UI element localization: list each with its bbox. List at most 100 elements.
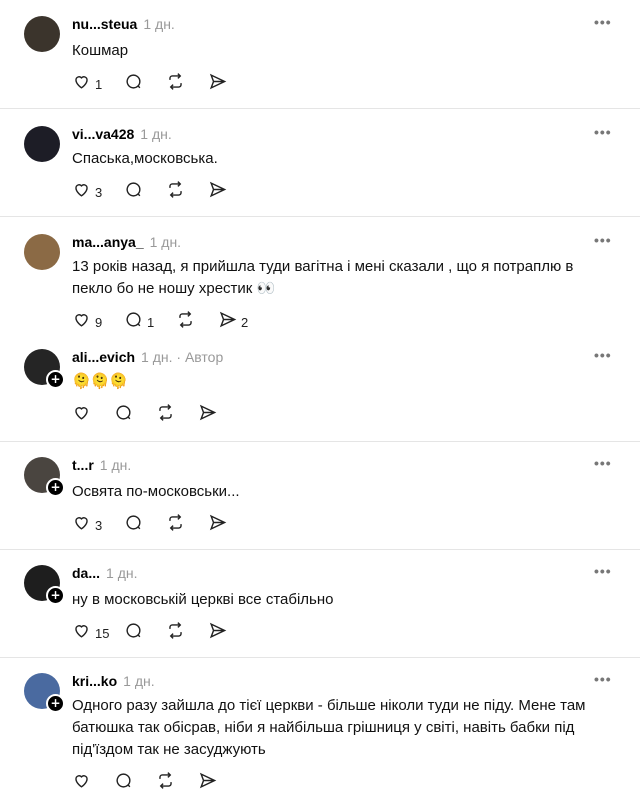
share-icon: [198, 403, 217, 427]
comment-header: da... 1 дн.: [72, 565, 137, 581]
like-button[interactable]: 15: [72, 623, 109, 643]
reply-button[interactable]: [124, 515, 143, 535]
avatar[interactable]: +: [24, 565, 65, 605]
comment-text: 🫠🫠🫠: [72, 373, 129, 390]
comments-feed: nu...steua 1 дн. ••• Кошмар 1 vi...va428 1 дн.…: [0, 0, 640, 789]
repost-button[interactable]: [166, 73, 185, 94]
heart-icon: [72, 72, 91, 96]
timestamp: 1 дн.: [140, 126, 172, 142]
more-options-icon[interactable]: •••: [594, 124, 612, 140]
share-button[interactable]: [208, 621, 227, 645]
avatar[interactable]: [24, 234, 60, 270]
more-options-icon[interactable]: •••: [594, 14, 612, 30]
reply-button[interactable]: [114, 773, 133, 793]
timestamp: 1 дн.: [141, 349, 173, 365]
more-options-icon[interactable]: •••: [594, 563, 612, 579]
share-button[interactable]: [198, 772, 217, 793]
reply-icon: [124, 180, 143, 204]
avatar[interactable]: +: [24, 457, 65, 497]
more-options-icon[interactable]: •••: [594, 347, 612, 363]
comment-text: Освята по-московськи...: [72, 483, 240, 500]
heart-icon: [72, 310, 91, 334]
reply-button[interactable]: [114, 405, 133, 425]
share-icon: [208, 513, 227, 537]
reply-button[interactable]: [124, 182, 143, 202]
more-options-icon[interactable]: •••: [594, 232, 612, 248]
follow-plus-icon[interactable]: +: [46, 478, 65, 497]
comment-text: 13 років назад, я прийшла туди вагітна і…: [72, 258, 574, 297]
reply-icon: [124, 72, 143, 96]
comment-text: Кошмар: [72, 42, 129, 59]
share-button[interactable]: [198, 403, 217, 427]
share-button[interactable]: [208, 513, 227, 537]
like-button[interactable]: 3: [72, 515, 102, 535]
repost-button[interactable]: [156, 403, 175, 427]
comment-header: t...r 1 дн.: [72, 457, 131, 473]
repost-icon: [166, 513, 185, 537]
count: 3: [95, 184, 103, 200]
heart-icon: [72, 180, 91, 204]
like-button[interactable]: 1: [72, 74, 102, 94]
repost-button[interactable]: [166, 621, 185, 645]
reply-button[interactable]: 1: [124, 312, 154, 332]
count: 9: [95, 314, 103, 330]
like-button[interactable]: 3: [72, 182, 102, 202]
comment-text: Одного разу зайшла до тієї церкви - біль…: [72, 697, 586, 758]
reply-button[interactable]: [124, 623, 143, 643]
like-button[interactable]: 9: [72, 312, 102, 332]
divider: [0, 108, 640, 109]
repost-button[interactable]: [166, 513, 185, 537]
username[interactable]: vi...va428: [72, 126, 134, 142]
comment-header: kri...ko 1 дн.: [72, 673, 155, 689]
count: 1: [95, 76, 103, 92]
username[interactable]: da...: [72, 565, 100, 581]
reply-icon: [124, 621, 143, 645]
divider: [0, 441, 640, 442]
timestamp: 1 дн.: [149, 234, 182, 250]
avatar[interactable]: +: [24, 349, 65, 389]
reply-button[interactable]: [124, 74, 143, 94]
share-button[interactable]: 2: [218, 310, 249, 334]
comment-header: ali...evich 1 дн. · Автор: [72, 349, 223, 365]
share-button[interactable]: [208, 73, 227, 94]
username[interactable]: nu...steua: [72, 16, 137, 32]
timestamp: 1 дн.: [143, 16, 175, 32]
like-button[interactable]: [72, 773, 91, 793]
avatar-image: [24, 234, 60, 270]
repost-icon: [176, 310, 195, 334]
repost-icon: [166, 621, 185, 645]
repost-icon: [166, 180, 185, 204]
repost-button[interactable]: [166, 180, 185, 204]
heart-icon: [72, 403, 91, 427]
divider: [0, 549, 640, 550]
share-button[interactable]: [208, 180, 227, 204]
avatar-image: [24, 126, 60, 162]
avatar[interactable]: +: [24, 673, 65, 713]
share-icon: [218, 310, 237, 334]
timestamp: 1 дн.: [106, 565, 138, 581]
count: 2: [241, 314, 249, 330]
share-icon: [208, 621, 227, 645]
timestamp: 1 дн.: [99, 457, 132, 473]
follow-plus-icon[interactable]: +: [46, 586, 65, 605]
avatar[interactable]: [24, 126, 60, 162]
like-button[interactable]: [72, 405, 91, 425]
more-options-icon[interactable]: •••: [594, 455, 612, 471]
follow-plus-icon[interactable]: +: [46, 694, 65, 713]
username[interactable]: kri...ko: [72, 673, 117, 689]
username[interactable]: ali...evich: [72, 349, 135, 365]
comment-header: vi...va428 1 дн.: [72, 126, 172, 142]
repost-button[interactable]: [176, 310, 195, 334]
username[interactable]: t...r: [72, 457, 94, 473]
share-icon: [208, 180, 227, 204]
reply-icon: [124, 513, 143, 537]
repost-icon: [156, 403, 175, 427]
avatar[interactable]: [24, 16, 60, 52]
repost-button[interactable]: [156, 772, 175, 793]
divider: [0, 657, 640, 658]
username[interactable]: ma...anya_: [72, 234, 144, 250]
more-options-icon[interactable]: •••: [594, 671, 612, 687]
reply-icon: [114, 403, 133, 427]
comment-text: ну в московській церкві все стабільно: [72, 591, 334, 608]
follow-plus-icon[interactable]: +: [46, 370, 65, 389]
